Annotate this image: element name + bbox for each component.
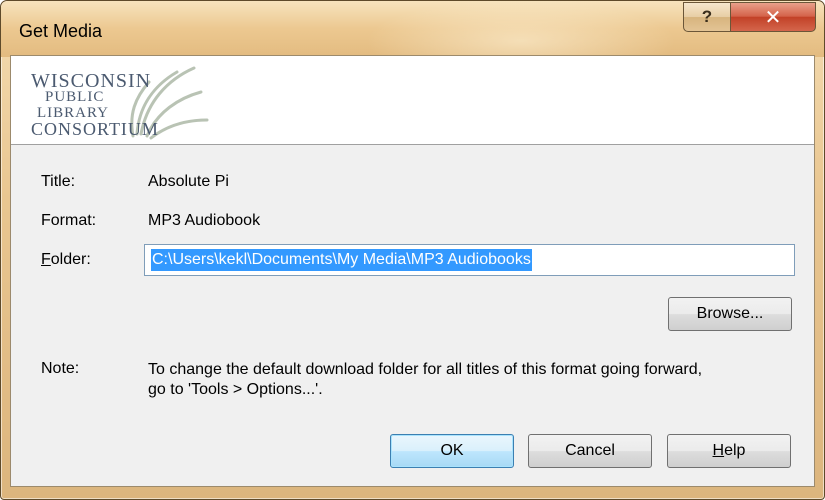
window-title: Get Media [19, 21, 103, 41]
ok-button-label: OK [440, 442, 464, 459]
folder-label-accelerator: F [41, 251, 51, 268]
close-button[interactable]: ✕ [730, 2, 816, 32]
note-text: To change the default download folder fo… [148, 360, 808, 400]
folder-path-text: C:\Users\kekl\Documents\My Media\MP3 Aud… [151, 249, 532, 271]
folder-input[interactable]: C:\Users\kekl\Documents\My Media\MP3 Aud… [144, 244, 795, 276]
help-caption-button[interactable]: ? [683, 2, 731, 32]
help-button-label: Help [713, 442, 746, 460]
close-icon: ✕ [764, 6, 782, 29]
header-banner: WISCONSIN PUBLIC LIBRARY CONSORTIUM [11, 56, 814, 145]
format-value: MP3 Audiobook [148, 212, 261, 229]
cancel-button-label: Cancel [565, 442, 615, 459]
question-mark-icon: ? [701, 7, 713, 26]
ok-button[interactable]: OK [390, 434, 514, 468]
help-accelerator: H [712, 442, 725, 459]
folder-label: Folder: [41, 251, 91, 269]
library-consortium-logo: WISCONSIN PUBLIC LIBRARY CONSORTIUM [29, 62, 229, 142]
dialog-body: WISCONSIN PUBLIC LIBRARY CONSORTIUM Titl… [10, 55, 815, 487]
cancel-button[interactable]: Cancel [528, 434, 652, 468]
logo-line-2: PUBLIC [45, 89, 105, 105]
format-label: Format: [41, 212, 97, 229]
browse-button-label: Browse... [696, 305, 764, 322]
note-line-2: go to 'Tools > Options...'. [148, 381, 323, 398]
browse-button[interactable]: Browse... [668, 297, 792, 331]
help-label-rest: elp [724, 442, 746, 459]
folder-label-rest: older: [50, 251, 91, 268]
get-media-dialog: Get Media ? ✕ WISCONSIN PUBLIC LIBRARY C… [0, 0, 825, 500]
title-label: Title: [41, 173, 76, 190]
note-line-1: To change the default download folder fo… [148, 361, 703, 378]
help-button[interactable]: Help [667, 434, 791, 468]
logo-line-4: CONSORTIUM [31, 119, 159, 139]
note-label: Note: [41, 360, 80, 377]
title-value: Absolute Pi [148, 173, 229, 190]
